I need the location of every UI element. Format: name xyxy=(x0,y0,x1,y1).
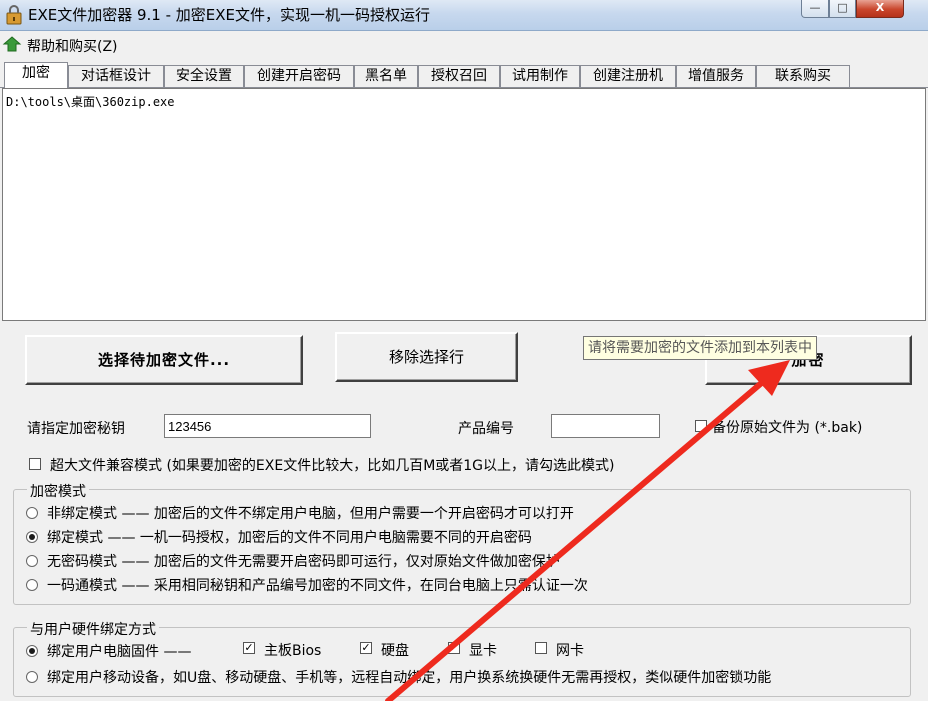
large-file-checkbox[interactable] xyxy=(29,458,41,470)
disk-label: 硬盘 xyxy=(381,643,409,659)
minimize-button[interactable]: — xyxy=(801,0,829,18)
backup-label: 备份原始文件为 (*.bak) xyxy=(712,420,863,436)
remove-row-button[interactable]: 移除选择行 xyxy=(335,332,518,382)
nic-checkbox[interactable] xyxy=(535,642,547,654)
product-input[interactable] xyxy=(551,414,660,438)
tab-dialog-design[interactable]: 对话框设计 xyxy=(68,65,164,87)
tab-license-recall[interactable]: 授权召回 xyxy=(418,65,500,87)
bind-pc-label: 绑定用户电脑固件 —— xyxy=(47,644,192,660)
large-file-label: 超大文件兼容模式 (如果要加密的EXE文件比较大，比如几百M或者1G以上，请勾选… xyxy=(50,458,615,474)
tab-create-password[interactable]: 创建开启密码 xyxy=(244,65,354,87)
backup-checkbox[interactable] xyxy=(695,420,707,432)
tab-contact-buy[interactable]: 联系购买 xyxy=(756,65,850,87)
nic-label: 网卡 xyxy=(556,643,584,659)
mode-nopassword-radio[interactable] xyxy=(26,555,38,567)
product-label: 产品编号 xyxy=(458,421,514,437)
bind-pc-radio[interactable] xyxy=(26,645,38,657)
gpu-checkbox[interactable]: ✓ xyxy=(448,642,460,654)
menu-help-buy[interactable]: 帮助和购买(Z) xyxy=(27,36,118,56)
gpu-label: 显卡 xyxy=(469,643,497,659)
encrypt-mode-title: 加密模式 xyxy=(27,481,89,501)
window-title: EXE文件加密器 9.1 - 加密EXE文件，实现一机一码授权运行 xyxy=(28,6,431,24)
mode-onecode-label: 一码通模式 —— 采用相同秘钥和产品编号加密的不同文件，在同台电脑上只需认证一次 xyxy=(47,578,588,594)
app-lock-icon xyxy=(6,5,22,25)
file-list-tooltip: 请将需要加密的文件添加到本列表中 xyxy=(583,336,817,360)
mode-nopassword-label: 无密码模式 —— 加密后的文件无需要开启密码即可运行，仅对原始文件做加密保护 xyxy=(47,554,560,570)
key-input[interactable] xyxy=(164,414,371,438)
hw-binding-title: 与用户硬件绑定方式 xyxy=(27,619,159,639)
mode-bound-radio[interactable] xyxy=(26,531,38,543)
bios-checkbox[interactable]: ✓ xyxy=(243,642,255,654)
help-icon xyxy=(2,36,22,52)
key-label: 请指定加密秘钥 xyxy=(27,421,125,437)
tab-trial[interactable]: 试用制作 xyxy=(500,65,580,87)
tab-encrypt[interactable]: 加密 xyxy=(4,62,68,88)
mode-bound-label: 绑定模式 —— 一机一码授权，加密后的文件不同用户电脑需要不同的开启密码 xyxy=(47,530,532,546)
bios-label: 主板Bios xyxy=(264,643,322,659)
bind-mobile-label: 绑定用户移动设备，如U盘、移动硬盘、手机等，远程自动绑定，用户换系统换硬件无需再… xyxy=(47,670,772,686)
tab-keygen[interactable]: 创建注册机 xyxy=(580,65,676,87)
tab-security[interactable]: 安全设置 xyxy=(164,65,244,87)
menu-bar: 帮助和购买(Z) xyxy=(0,31,928,57)
choose-file-button[interactable]: 选择待加密文件... xyxy=(25,335,303,385)
mode-onecode-radio[interactable] xyxy=(26,579,38,591)
list-item[interactable]: D:\tools\桌面\360zip.exe xyxy=(3,89,925,114)
close-button[interactable]: X xyxy=(856,0,904,18)
tab-blacklist[interactable]: 黑名单 xyxy=(354,65,418,87)
mode-unbound-label: 非绑定模式 —— 加密后的文件不绑定用户电脑，但用户需要一个开启密码才可以打开 xyxy=(47,506,574,522)
file-list[interactable]: D:\tools\桌面\360zip.exe xyxy=(2,88,926,321)
tab-value-added[interactable]: 增值服务 xyxy=(676,65,756,87)
mode-unbound-radio[interactable] xyxy=(26,507,38,519)
maximize-button[interactable]: □ xyxy=(829,0,856,18)
title-bar: EXE文件加密器 9.1 - 加密EXE文件，实现一机一码授权运行 — □ X xyxy=(0,0,928,31)
disk-checkbox[interactable]: ✓ xyxy=(360,642,372,654)
bind-mobile-radio[interactable] xyxy=(26,671,38,683)
